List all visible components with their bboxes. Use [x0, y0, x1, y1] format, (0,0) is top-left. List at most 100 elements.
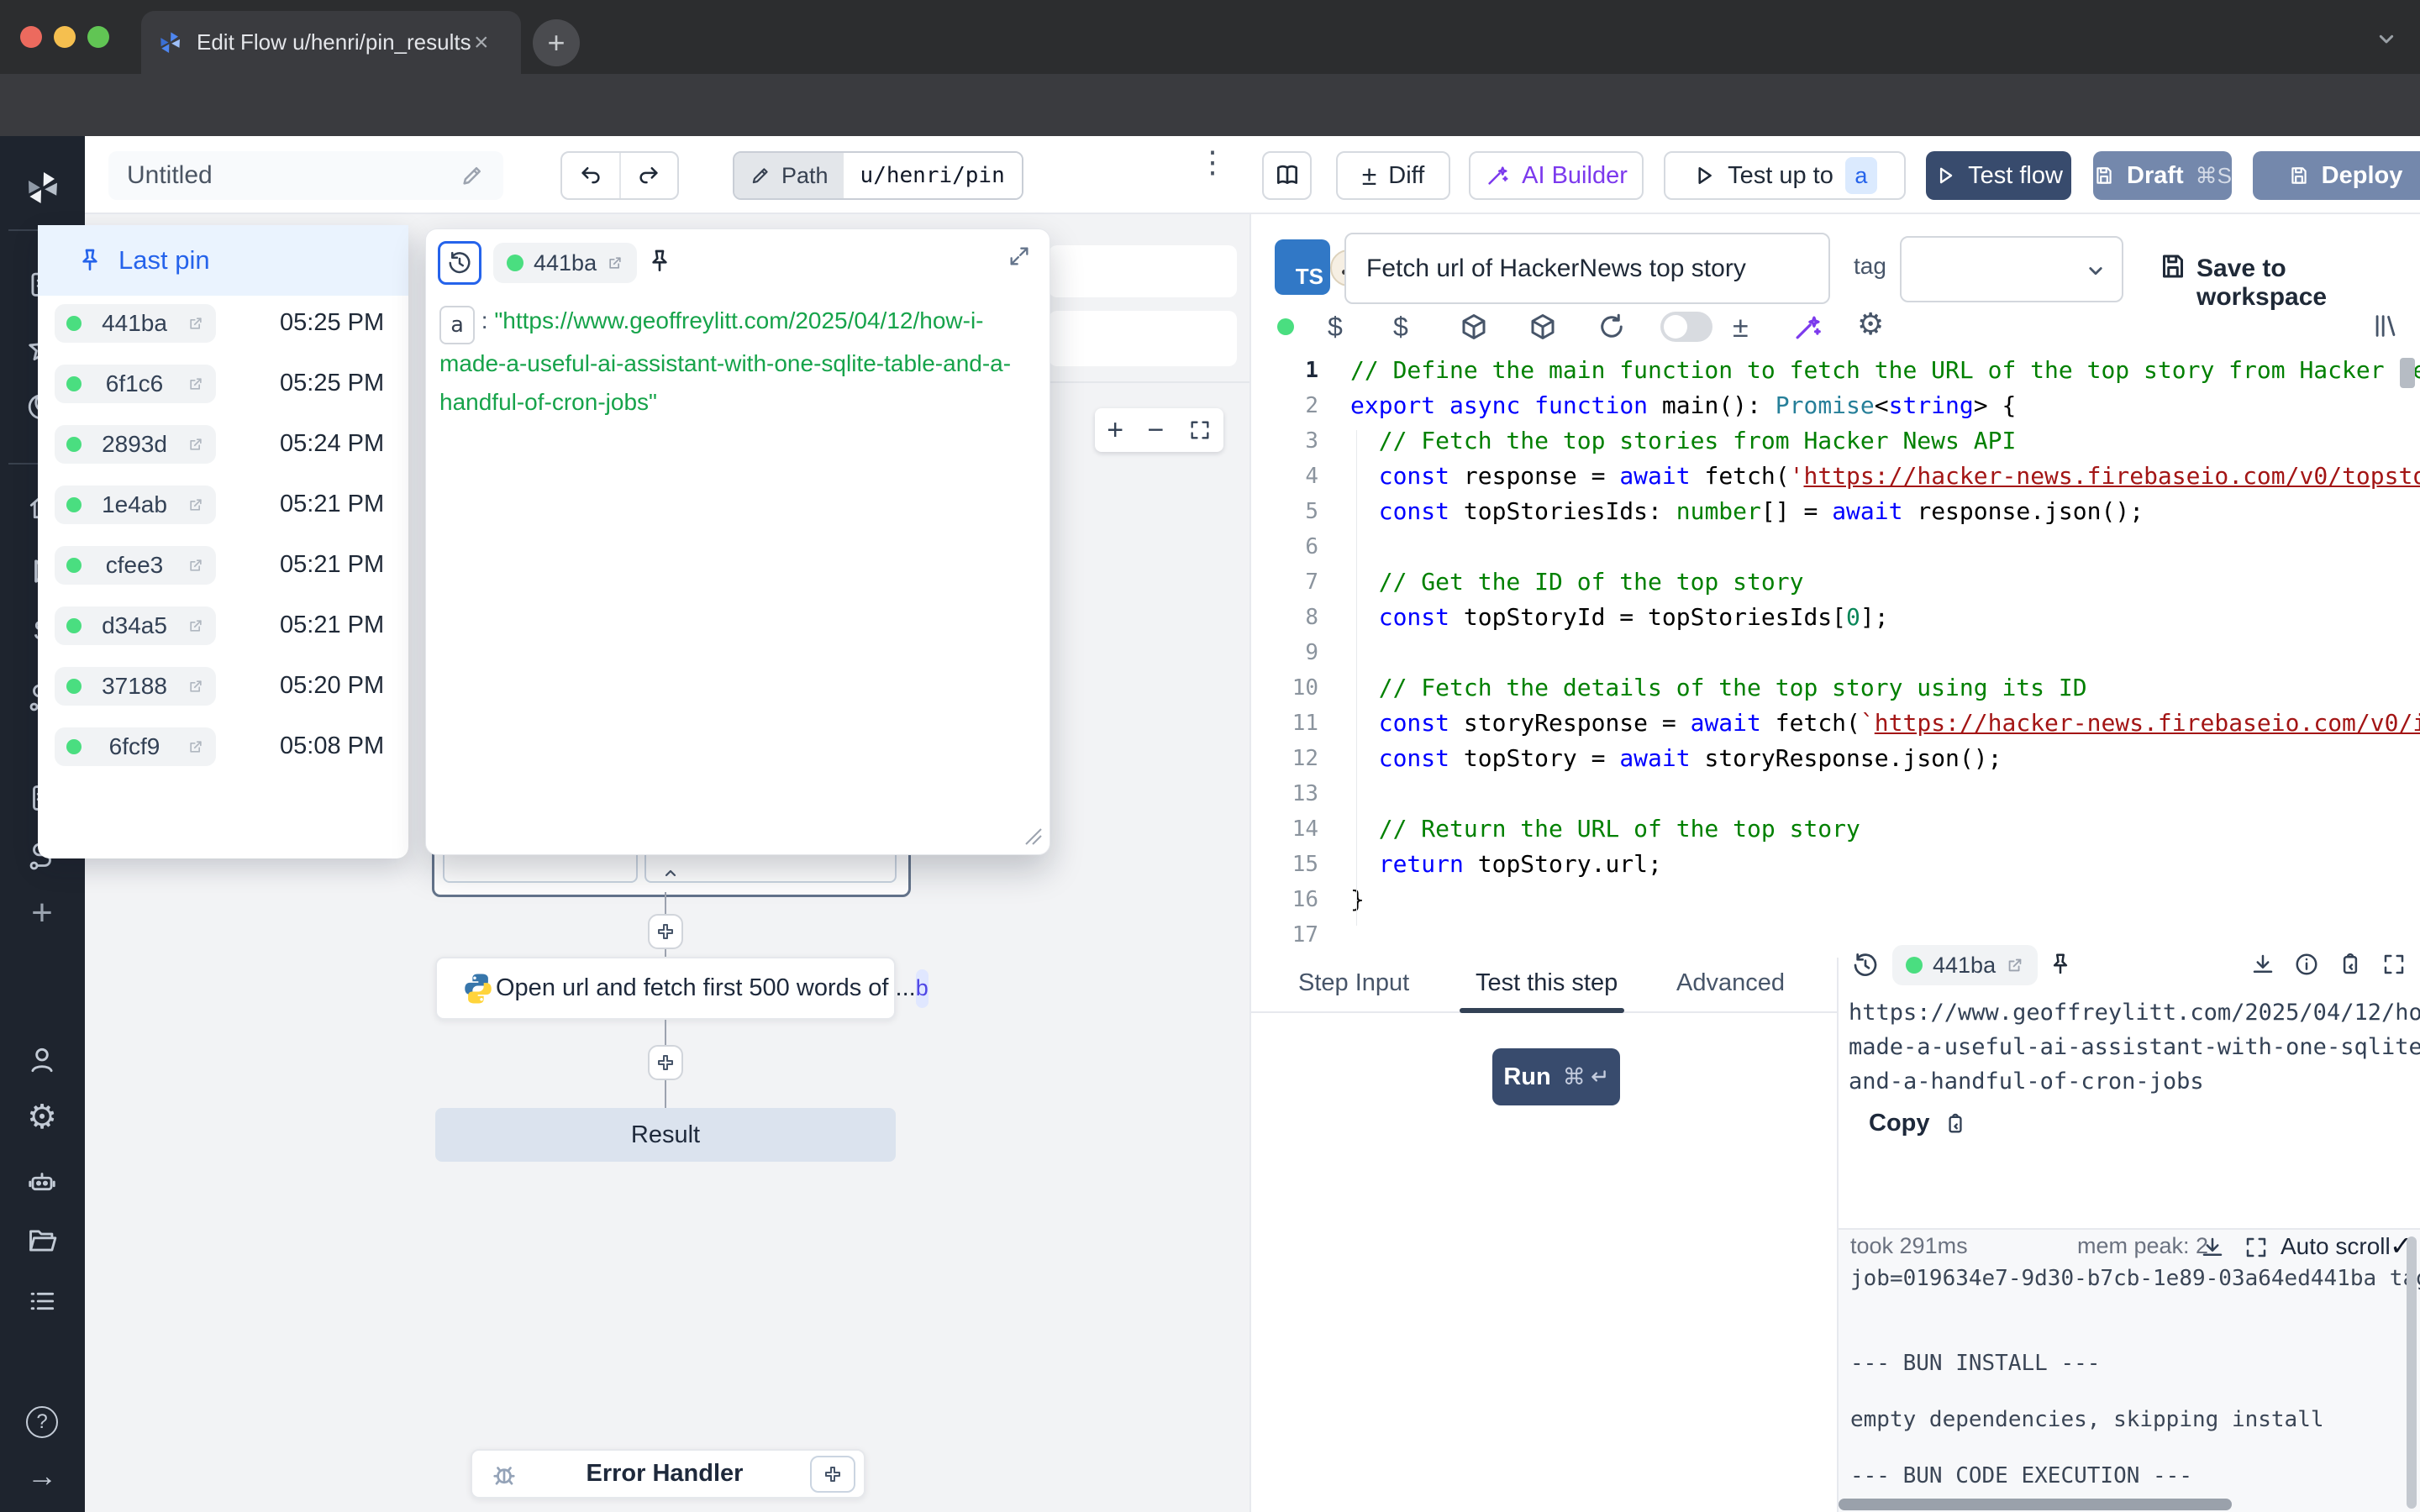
run-id-pill[interactable]: 441ba	[1892, 945, 2038, 985]
pin-id-pill[interactable]: 37188	[55, 667, 216, 706]
code-line[interactable]: 7 // Get the ID of the top story	[1251, 564, 2420, 600]
add-error-handler-button[interactable]	[810, 1456, 855, 1493]
ai-builder-button[interactable]: AI Builder	[1469, 151, 1644, 200]
external-link-icon[interactable]	[187, 678, 204, 695]
zoom-in-button[interactable]: +	[1107, 414, 1123, 447]
sidebar-item-help[interactable]: ?	[26, 1406, 58, 1438]
expand-popup-icon[interactable]	[1007, 244, 1031, 268]
edit-pencil-icon[interactable]	[460, 163, 485, 188]
path-button[interactable]: Path u/henri/pin	[733, 151, 1023, 200]
external-link-icon[interactable]	[187, 375, 204, 392]
external-link-icon[interactable]	[2006, 956, 2024, 974]
code-line[interactable]: 8 const topStoryId = topStoriesIds[0];	[1251, 600, 2420, 635]
ai-gen-icon[interactable]	[1791, 312, 1823, 344]
code-line[interactable]: 3 // Fetch the top stories from Hacker N…	[1251, 423, 2420, 459]
browser-tab[interactable]: Edit Flow u/henri/pin_results ×	[141, 11, 521, 74]
copy-button[interactable]: Copy	[1869, 1110, 1967, 1137]
sidebar-item-audit-logs[interactable]	[26, 1285, 58, 1317]
tab-close-icon[interactable]: ×	[474, 29, 489, 57]
pin-id-pill[interactable]: 6f1c6	[55, 365, 216, 403]
code-line[interactable]: 4 const response = await fetch('https://…	[1251, 459, 2420, 494]
code-line[interactable]: 15 return topStory.url;	[1251, 847, 2420, 882]
window-close-button[interactable]	[20, 26, 42, 48]
run-button[interactable]: Run ⌘	[1492, 1048, 1620, 1105]
copy-result-icon[interactable]	[2338, 952, 2363, 977]
more-options-icon[interactable]: ⋮	[1197, 144, 1228, 180]
code-line[interactable]: 5 const topStoriesIds: number[] = await …	[1251, 494, 2420, 529]
external-link-icon[interactable]	[187, 557, 204, 574]
pin-icon[interactable]	[2048, 952, 2073, 977]
editor-toggle[interactable]	[1660, 312, 1712, 342]
external-link-icon[interactable]	[187, 436, 204, 453]
sidebar-item-add[interactable]: +	[26, 892, 58, 924]
pin-row[interactable]: 441ba05:25 PM	[38, 304, 408, 343]
expand-logs-icon[interactable]	[2244, 1235, 2269, 1260]
code-line[interactable]: 9	[1251, 635, 2420, 670]
insert-step-button[interactable]	[648, 1045, 683, 1080]
pin-id-pill[interactable]: 2893d	[55, 425, 216, 464]
code-line[interactable]: 12 const topStory = await storyResponse.…	[1251, 741, 2420, 776]
diff-mode-icon[interactable]: ±	[1733, 312, 1749, 344]
sidebar-item-folders[interactable]	[26, 1225, 58, 1257]
tab-advanced[interactable]: Advanced	[1676, 969, 1785, 997]
pin-row[interactable]: 6fcf905:08 PM	[38, 727, 408, 766]
log-hscrollbar[interactable]	[1839, 1499, 2232, 1510]
external-link-icon[interactable]	[187, 496, 204, 513]
error-handler-node[interactable]: Error Handler	[471, 1449, 865, 1499]
windmill-logo[interactable]	[22, 168, 62, 208]
result-node[interactable]: Result	[435, 1108, 896, 1162]
tab-test-this-step[interactable]: Test this step	[1476, 969, 1618, 997]
log-panel[interactable]: took 291ms mem peak: 2 Auto scroll ✓ job…	[1839, 1228, 2420, 1512]
code-line[interactable]: 11 const storyResponse = await fetch(`ht…	[1251, 706, 2420, 741]
insert-step-button[interactable]	[648, 914, 683, 949]
last-pin-header[interactable]: Last pin	[38, 225, 408, 296]
code-line[interactable]: 2export async function main(): Promise<s…	[1251, 388, 2420, 423]
code-line[interactable]: 17	[1251, 917, 2420, 953]
window-zoom-button[interactable]	[87, 26, 109, 48]
zoom-out-button[interactable]: −	[1147, 414, 1164, 447]
sidebar-item-users[interactable]	[26, 1044, 58, 1076]
pin-row[interactable]: d34a505:21 PM	[38, 606, 408, 645]
window-minimize-button[interactable]	[54, 26, 76, 48]
fit-view-icon[interactable]	[1188, 418, 1212, 442]
new-tab-button[interactable]: +	[533, 19, 580, 66]
tab-search-chevron-icon[interactable]	[2373, 25, 2400, 52]
docs-button[interactable]	[1262, 151, 1312, 200]
external-link-icon[interactable]	[607, 255, 623, 271]
pin-row[interactable]: 1e4ab05:21 PM	[38, 486, 408, 524]
history-icon[interactable]	[1852, 952, 1879, 979]
step-summary-input[interactable]: Fetch url of HackerNews top story	[1344, 233, 1830, 304]
external-link-icon[interactable]	[187, 315, 204, 332]
log-vscrollbar[interactable]	[2407, 1236, 2417, 1509]
pin-id-pill[interactable]: 441ba	[55, 304, 216, 343]
code-line[interactable]: 1// Define the main function to fetch th…	[1251, 353, 2420, 388]
pin-row[interactable]: 3718805:20 PM	[38, 667, 408, 706]
code-line[interactable]: 6	[1251, 529, 2420, 564]
pin-row[interactable]: 6f1c605:25 PM	[38, 365, 408, 403]
code-line[interactable]: 14 // Return the URL of the top story	[1251, 811, 2420, 847]
flow-name-field[interactable]: Untitled	[108, 151, 503, 200]
sidebar-expand-arrow[interactable]: →	[26, 1458, 58, 1490]
pin-row[interactable]: cfee305:21 PM	[38, 546, 408, 585]
test-flow-button[interactable]: Test flow	[1926, 151, 2071, 200]
code-line[interactable]: 13	[1251, 776, 2420, 811]
collapse-chevron-icon[interactable]	[658, 863, 683, 883]
save-to-workspace-button[interactable]: Save to workspace	[2196, 255, 2420, 312]
pin-id-pill[interactable]: 1e4ab	[55, 486, 216, 524]
pin-row[interactable]: 2893d05:24 PM	[38, 425, 408, 464]
editor-scrollbar[interactable]	[2400, 358, 2415, 388]
deploy-button[interactable]: Deploy	[2253, 151, 2420, 200]
info-icon[interactable]	[2294, 952, 2319, 977]
tag-select[interactable]	[1900, 236, 2123, 302]
code-line[interactable]: 10 // Fetch the details of the top story…	[1251, 670, 2420, 706]
external-link-icon[interactable]	[187, 738, 204, 755]
test-up-to-button[interactable]: Test up to a	[1664, 151, 1906, 200]
history-button[interactable]	[438, 241, 481, 285]
popup-run-id-pill[interactable]: 441ba	[493, 243, 637, 283]
draft-button[interactable]: Draft⌘S	[2093, 151, 2232, 200]
package-alt-icon[interactable]	[1528, 312, 1558, 342]
diff-button[interactable]: ±Diff	[1336, 151, 1450, 200]
resize-handle[interactable]	[1023, 826, 1043, 846]
pin-id-pill[interactable]: d34a5	[55, 606, 216, 645]
sidebar-item-settings[interactable]: ⚙	[26, 1098, 58, 1130]
